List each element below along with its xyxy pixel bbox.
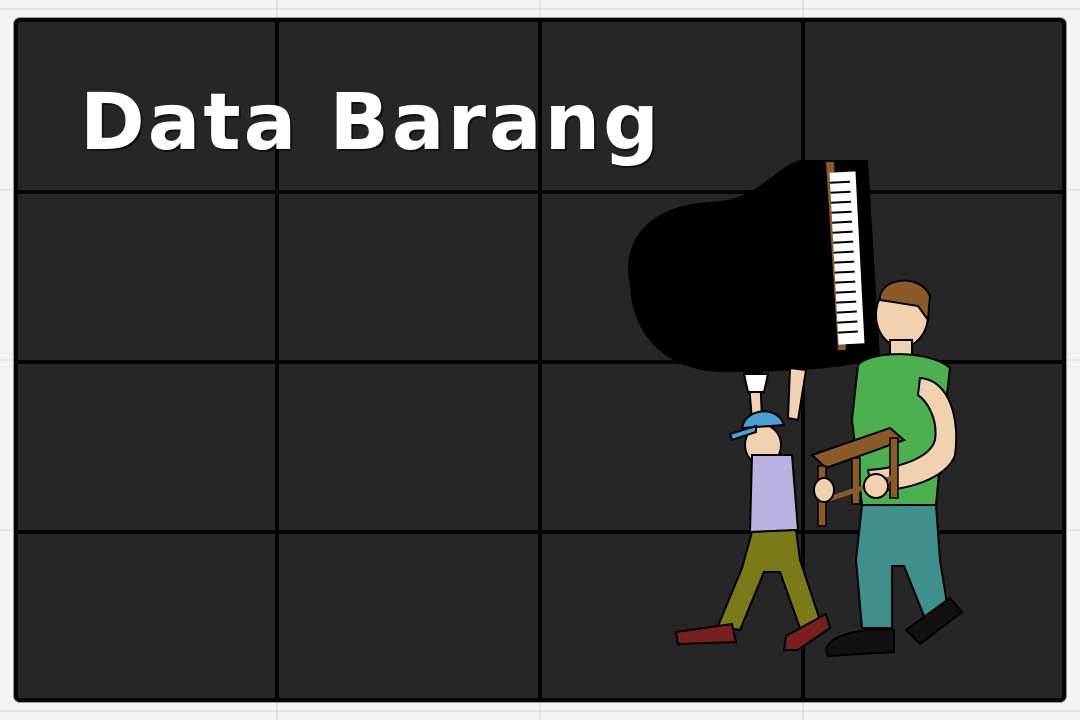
slide-canvas: Data Barang (0, 0, 1080, 720)
grand-piano-icon (628, 160, 880, 372)
helper-mover-figure (674, 366, 832, 651)
slide-title: Data Barang (80, 78, 663, 168)
movers-illustration (628, 160, 964, 658)
